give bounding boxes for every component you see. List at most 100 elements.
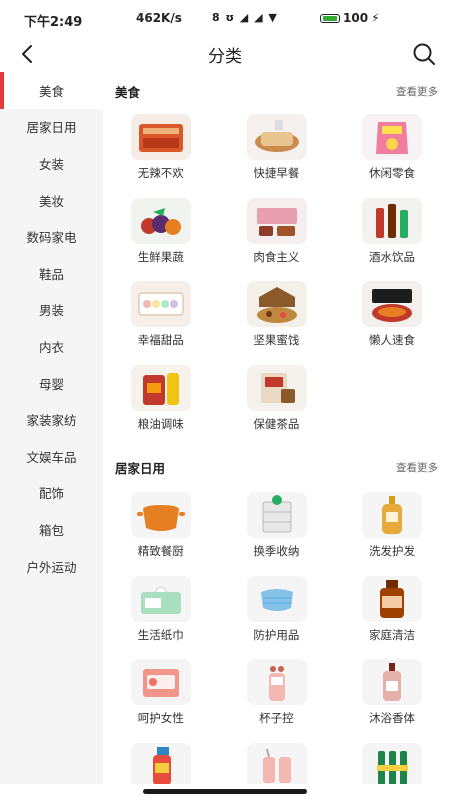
view-more-link[interactable]: 查看更多 bbox=[396, 460, 438, 475]
pot-icon bbox=[131, 492, 191, 538]
subcategory-item[interactable]: 家庭清洁 bbox=[334, 570, 450, 654]
subcategory-item[interactable]: 呵护女性 bbox=[103, 653, 219, 737]
subcategory-item[interactable]: 休闲零食 bbox=[334, 108, 450, 192]
sidebar-item-household[interactable]: 居家日用 bbox=[0, 109, 103, 146]
sidebar-item-label: 鞋品 bbox=[38, 266, 64, 282]
sidebar-item-womens-clothing[interactable]: 女装 bbox=[0, 145, 103, 182]
section-header-food: 美食 查看更多 bbox=[115, 82, 438, 102]
sidebar-item-food[interactable]: 美食 bbox=[0, 72, 103, 109]
subcategory-item[interactable]: 洗发护发 bbox=[334, 486, 450, 570]
subcategory-label: 粮油调味 bbox=[137, 416, 184, 431]
subcategory-item[interactable]: 粮油调味 bbox=[103, 359, 219, 443]
header: 分类 bbox=[0, 36, 450, 72]
status-bar: 下午2:49 462K/s 8 ʊ ◢ ◢ ▼ 100 ⚡ bbox=[0, 0, 450, 36]
subcategory-item[interactable]: 懒人速食 bbox=[334, 275, 450, 359]
sidebar-item-shoes[interactable]: 鞋品 bbox=[0, 255, 103, 292]
subcategory-label: 懒人速食 bbox=[368, 333, 415, 347]
sidebar-item-outdoor-sports[interactable]: 户外运动 bbox=[0, 548, 103, 585]
section-title: 居家日用 bbox=[115, 461, 166, 476]
cleaner-icon bbox=[362, 575, 423, 622]
sidebar-item-label: 数码家电 bbox=[26, 230, 77, 246]
sidebar-item-beauty[interactable]: 美妆 bbox=[0, 182, 103, 219]
sidebar-item-label: 男装 bbox=[38, 303, 64, 319]
subcategory-item[interactable]: 生活纸巾 bbox=[103, 570, 219, 654]
subcategory-item[interactable]: 幸福甜品 bbox=[103, 275, 219, 359]
subcategory-label: 幸福甜品 bbox=[137, 333, 184, 347]
subcategory-label: 生鲜果蔬 bbox=[137, 249, 184, 264]
search-button[interactable] bbox=[410, 40, 438, 68]
sidebar-item-electronics[interactable]: 数码家电 bbox=[0, 218, 103, 255]
subcategory-item[interactable]: 换季收纳 bbox=[219, 486, 335, 570]
nuts-icon bbox=[246, 281, 307, 327]
sidebar-item-label: 居家日用 bbox=[26, 120, 77, 136]
home-indicator[interactable] bbox=[143, 789, 307, 794]
category-content[interactable]: 美食 查看更多 无辣不欢 快捷早餐 休闲零食 生鲜果蔬 肉食主义 酒水饮品 幸福… bbox=[103, 72, 450, 784]
sidebar-item-label: 美食 bbox=[38, 83, 64, 99]
sidebar-item-accessories[interactable]: 配饰 bbox=[0, 475, 103, 512]
fruits-icon bbox=[131, 197, 191, 244]
battery-indicator: 100 ⚡ bbox=[320, 11, 380, 25]
subcategory-label: 家庭清洁 bbox=[368, 627, 415, 642]
subcategory-item[interactable]: 防护用品 bbox=[219, 570, 335, 654]
subcategory-label: 呵护女性 bbox=[137, 711, 184, 725]
spicy-snack-icon bbox=[131, 114, 191, 160]
sidebar-item-bags[interactable]: 箱包 bbox=[0, 511, 103, 548]
sidebar-item-label: 家装家纺 bbox=[26, 413, 77, 429]
subcategory-label: 保健茶品 bbox=[253, 416, 300, 431]
charging-icon: ⚡ bbox=[371, 11, 380, 25]
sidebar-item-underwear[interactable]: 内衣 bbox=[0, 328, 103, 365]
cup-set-icon bbox=[246, 742, 307, 784]
subcategory-item[interactable]: 酒水饮品 bbox=[334, 192, 450, 276]
meat-icon bbox=[246, 197, 307, 244]
view-more-link[interactable]: 查看更多 bbox=[396, 84, 438, 99]
rice-oil-icon bbox=[131, 364, 191, 411]
search-icon bbox=[413, 43, 435, 65]
sidebar-item-label: 内衣 bbox=[38, 339, 64, 355]
subcategory-label: 酒水饮品 bbox=[368, 249, 415, 264]
subcategory-item[interactable]: 杯子控 bbox=[219, 653, 335, 737]
subcategory-item[interactable]: 肉食主义 bbox=[219, 192, 335, 276]
subcategory-item[interactable]: 快捷早餐 bbox=[219, 108, 335, 192]
sidebar-item-entertainment-car[interactable]: 文娱车品 bbox=[0, 438, 103, 475]
status-icons: 8 ʊ ◢ ◢ ▼ bbox=[212, 11, 278, 24]
subcategory-label: 坚果蜜饯 bbox=[253, 333, 300, 347]
subcategory-item[interactable]: 保健茶品 bbox=[219, 359, 335, 443]
subcategory-grid-household: 精致餐厨 换季收纳 洗发护发 生活纸巾 防护用品 家庭清洁 呵护女性 杯子控 沐… bbox=[103, 486, 450, 784]
status-time: 下午2:49 bbox=[24, 15, 83, 30]
sidebar-item-label: 文娱车品 bbox=[26, 449, 77, 465]
shampoo-icon bbox=[362, 492, 423, 538]
subcategory-item[interactable] bbox=[334, 737, 450, 784]
page-title: 分类 bbox=[208, 47, 242, 67]
sanitary-pad-icon bbox=[131, 659, 191, 705]
subcategory-label: 休闲零食 bbox=[368, 166, 415, 180]
sidebar-item-label: 配饰 bbox=[38, 486, 64, 502]
chips-icon bbox=[362, 114, 423, 160]
body-wash-icon bbox=[362, 659, 423, 705]
subcategory-item[interactable]: 生鲜果蔬 bbox=[103, 192, 219, 276]
subcategory-item[interactable]: 精致餐厨 bbox=[103, 486, 219, 570]
subcategory-label: 生活纸巾 bbox=[137, 627, 184, 642]
storage-drawer-icon bbox=[246, 492, 307, 538]
tissue-icon bbox=[131, 575, 191, 622]
spray-bottle-icon bbox=[131, 742, 191, 784]
bread-icon bbox=[246, 114, 307, 160]
tea-icon bbox=[246, 364, 307, 411]
sidebar-item-baby[interactable]: 母婴 bbox=[0, 365, 103, 402]
battery-icon bbox=[320, 13, 340, 23]
section-header-household: 居家日用 查看更多 bbox=[115, 458, 438, 478]
sidebar-item-home-textiles[interactable]: 家装家纺 bbox=[0, 401, 103, 438]
subcategory-item[interactable] bbox=[219, 737, 335, 784]
battery-level: 100 bbox=[343, 11, 369, 25]
subcategory-label: 无辣不欢 bbox=[137, 166, 184, 180]
subcategory-label: 快捷早餐 bbox=[253, 166, 300, 180]
subcategory-label: 换季收纳 bbox=[253, 544, 300, 558]
subcategory-label: 肉食主义 bbox=[253, 249, 300, 264]
subcategory-label: 洗发护发 bbox=[368, 544, 415, 558]
macarons-icon bbox=[131, 281, 191, 327]
category-sidebar: 美食 居家日用 女装 美妆 数码家电 鞋品 男装 内衣 母婴 家装家纺 文娱车品… bbox=[0, 72, 103, 784]
subcategory-item[interactable]: 坚果蜜饯 bbox=[219, 275, 335, 359]
sidebar-item-mens-clothing[interactable]: 男装 bbox=[0, 292, 103, 329]
subcategory-item[interactable]: 无辣不欢 bbox=[103, 108, 219, 192]
subcategory-item[interactable] bbox=[103, 737, 219, 784]
subcategory-item[interactable]: 沐浴香体 bbox=[334, 653, 450, 737]
